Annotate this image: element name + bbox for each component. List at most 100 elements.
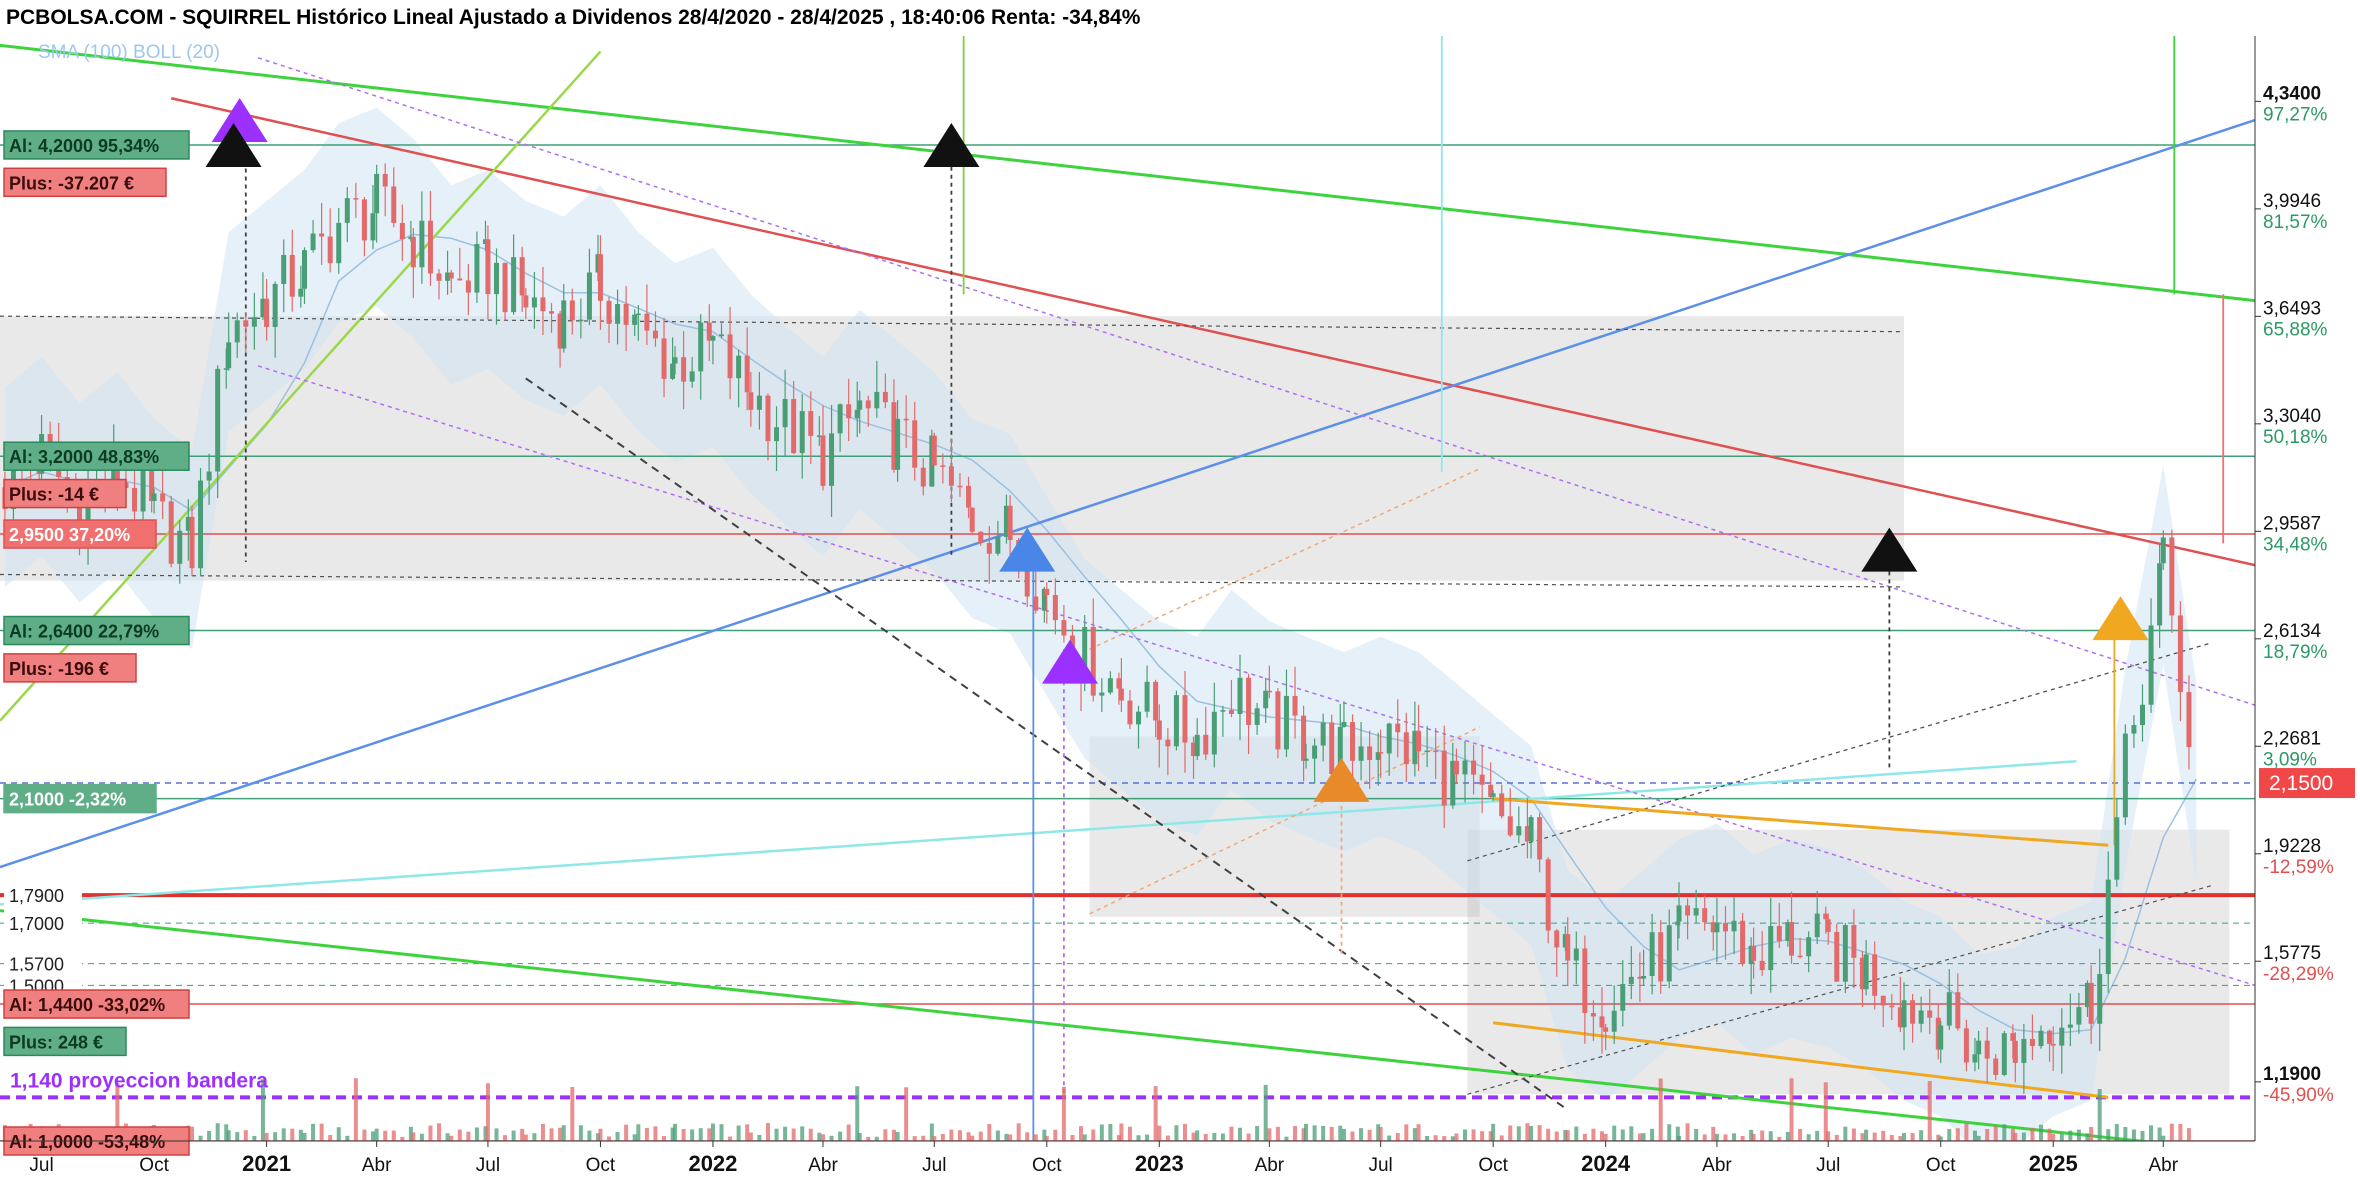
candle [920, 467, 926, 487]
volume-bar [281, 1128, 286, 1141]
candle [1722, 922, 1728, 932]
y-tick-price: 3,6493 [2263, 298, 2321, 319]
volume-bar [1789, 1078, 1794, 1141]
volume-bar [1416, 1124, 1421, 1141]
volume-bar [2106, 1129, 2111, 1141]
volume-bar [736, 1125, 741, 1141]
level-label: Al: 3,2000 48,83% [3, 441, 190, 471]
volume-bar [1658, 1078, 1663, 1141]
volume-bar [1499, 1135, 1504, 1141]
candle [1386, 723, 1392, 754]
volume-bar [2131, 1129, 2136, 1141]
candle [820, 435, 826, 486]
level-label-text: 1,7000 [9, 914, 64, 934]
volume-bar [532, 1133, 537, 1141]
candle [1107, 678, 1113, 693]
candle [1628, 976, 1634, 985]
volume-bar [957, 1130, 962, 1141]
volume-bar [1145, 1134, 1150, 1141]
volume-bar [1454, 1133, 1459, 1141]
level-label-text: Al: 2,6400 22,79% [9, 622, 159, 642]
candle [2131, 725, 2137, 734]
candle [2148, 625, 2154, 705]
candle [672, 357, 678, 364]
candle [474, 243, 480, 293]
volume-bar [1955, 1128, 1960, 1141]
candle [2047, 1030, 2053, 1044]
level-label-text: 2,9500 37,20% [9, 525, 130, 545]
volume-bar [1061, 1086, 1066, 1141]
volume-bar [328, 1135, 333, 1141]
volume-bar [1070, 1134, 1075, 1141]
candle [931, 435, 937, 466]
volume-bar [2157, 1127, 2162, 1141]
candle [382, 173, 388, 187]
volume-bar [2013, 1132, 2018, 1141]
y-tick-pct: -45,90% [2263, 1085, 2334, 1106]
level-label: Plus: -196 € [3, 653, 137, 683]
candle [281, 254, 287, 284]
candle [744, 355, 750, 393]
candle [2186, 692, 2192, 748]
candle [485, 239, 491, 295]
volume-bar [662, 1136, 667, 1141]
volume-bar [1284, 1136, 1289, 1141]
candle [1938, 1025, 1944, 1050]
volume-bar [2149, 1125, 2154, 1141]
candle [1901, 1000, 1907, 1028]
candle [681, 357, 687, 382]
volume-bar [1238, 1127, 1243, 1141]
candle [578, 319, 584, 322]
candle [756, 395, 762, 410]
volume-bar [817, 1132, 822, 1141]
volume-bar [1826, 1131, 1831, 1141]
candle [1872, 954, 1878, 996]
candle [2076, 1007, 2082, 1025]
level-label: 2,1000 -2,32% [3, 783, 157, 814]
volume-bar [921, 1135, 926, 1141]
volume-bar [624, 1124, 629, 1141]
volume-bar [1293, 1126, 1298, 1141]
candle [1620, 984, 1626, 1011]
volume-bar [1321, 1125, 1326, 1141]
volume-bar [1433, 1135, 1438, 1141]
volume-bar [1016, 1123, 1021, 1141]
candle [748, 392, 754, 410]
candle [1416, 730, 1422, 752]
candle [615, 303, 621, 324]
volume-bar [511, 1130, 516, 1141]
candle [1693, 908, 1699, 916]
level-label-text: Plus: -14 € [9, 485, 99, 505]
candle [1490, 793, 1496, 797]
volume-bar [1889, 1134, 1894, 1141]
volume-bar [808, 1128, 813, 1141]
candle [1797, 955, 1803, 958]
level-label: Plus: -37.207 € [3, 167, 167, 198]
candle [569, 300, 575, 321]
candle [198, 480, 204, 569]
x-tick-label: 2023 [1135, 1151, 1184, 1176]
candle [1118, 688, 1124, 701]
volume-bar [252, 1135, 257, 1141]
candle [1220, 710, 1226, 712]
candle [189, 516, 195, 569]
level-label: Plus: 248 € [3, 1026, 127, 1057]
volume-bar [1694, 1128, 1699, 1141]
candle [2059, 1027, 2065, 1046]
volume-bar [1203, 1133, 1208, 1141]
volume-bar [1079, 1126, 1084, 1141]
candle [957, 485, 963, 488]
level-label-text: Plus: -196 € [9, 659, 109, 679]
volume-bar [1637, 1133, 1642, 1141]
candle [1433, 750, 1439, 753]
candle [865, 400, 871, 409]
candle [2114, 817, 2120, 880]
candle [2010, 1033, 2016, 1041]
candle [782, 398, 788, 428]
volume-bar [883, 1129, 888, 1141]
x-tick-label: Oct [1478, 1155, 1508, 1176]
volume-bar [1603, 1133, 1608, 1141]
volume-bar [370, 1131, 375, 1141]
candle [1453, 760, 1459, 775]
volume-bar [1529, 1125, 1534, 1141]
